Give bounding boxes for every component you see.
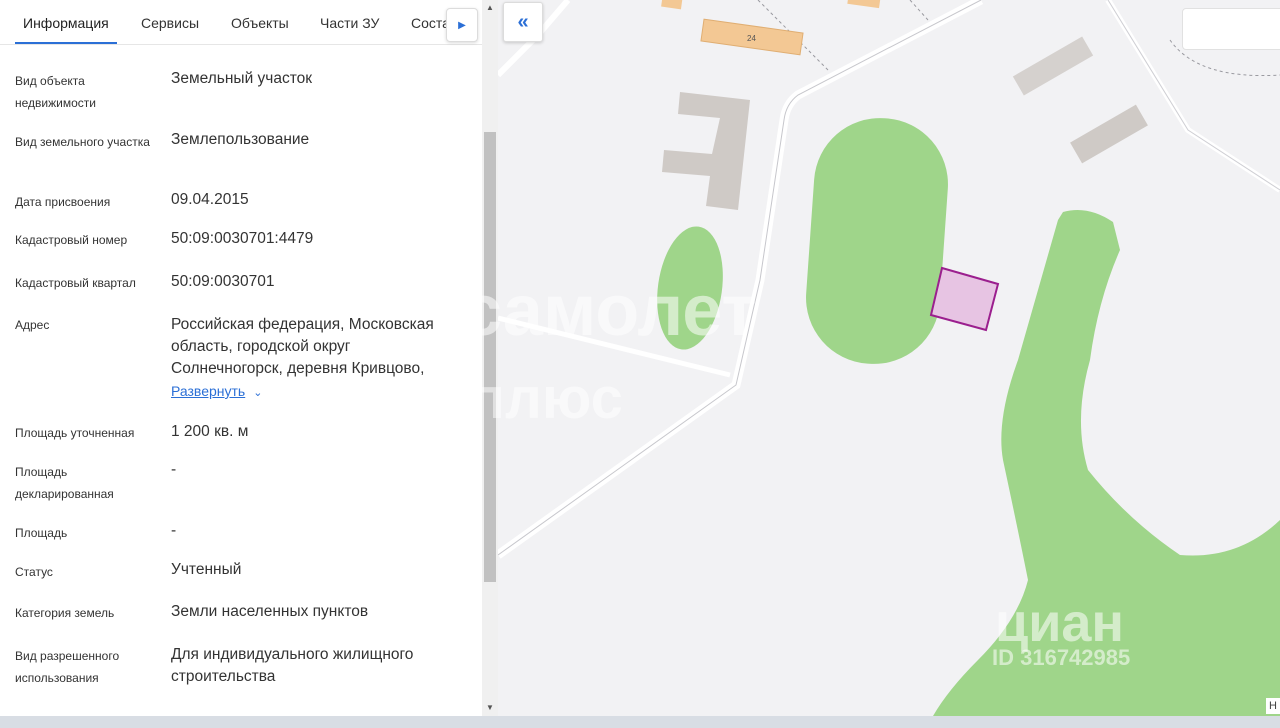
map-view[interactable]: 24 [498, 0, 1280, 716]
scroll-up-arrow-icon[interactable]: ▲ [484, 2, 496, 14]
stadium-field [806, 118, 948, 364]
collapse-panel-button[interactable]: « [503, 2, 543, 42]
tab-objects[interactable]: Объекты [231, 0, 289, 44]
field-value: Российская федерация, Московская область… [171, 314, 466, 404]
field-label: Адрес [15, 318, 50, 332]
tab-services[interactable]: Сервисы [141, 0, 199, 44]
field-label: Площадь уточненная [15, 426, 135, 440]
field-value: Земельный участок [171, 70, 313, 87]
field-value[interactable]: 50:09:0030701 [171, 271, 466, 293]
tab-bar: Информация Сервисы Объекты Части ЗУ Сост… [0, 0, 482, 45]
field-label: Дата присвоения [15, 195, 111, 209]
info-panel: Информация Сервисы Объекты Части ЗУ Сост… [0, 0, 482, 716]
path-dashed [909, 0, 929, 21]
field-value: Для индивидуального жилищного строительс… [171, 646, 414, 685]
scroll-down-arrow-icon[interactable]: ▼ [484, 702, 496, 714]
field-value: 1 200 кв. м [171, 423, 249, 440]
field-label: Кадастровый квартал [15, 276, 136, 290]
plus-watermark: плюс [470, 366, 623, 431]
expand-address-link[interactable]: Развернуть [171, 380, 245, 402]
cadastral-parcel[interactable] [929, 266, 1000, 332]
taskbar-strip [0, 716, 1280, 728]
building [1070, 104, 1148, 164]
field-label: Категория земель [15, 606, 115, 620]
cian-id-watermark: ID 316742985 [992, 645, 1131, 670]
address-text: Российская федерация, Московская область… [171, 316, 434, 377]
field-value: Учтенный [171, 561, 242, 578]
field-value: - [171, 522, 177, 539]
field-value: - [171, 461, 177, 478]
field-value: 09.04.2015 [171, 191, 249, 208]
building-number-label: 24 [747, 34, 756, 43]
field-value[interactable]: 50:09:0030701:4479 [171, 228, 466, 250]
chevron-right-icon: ▶ [458, 19, 466, 31]
field-label: Вид разрешенного использования [15, 649, 120, 685]
field-value: Землепользование [171, 131, 310, 148]
field-label: Площадь [15, 526, 68, 540]
chevron-down-icon[interactable]: ⌄ [253, 382, 262, 404]
samolet-watermark: самолет [462, 271, 757, 351]
building [662, 92, 750, 210]
map-search-box[interactable] [1182, 8, 1280, 50]
tab-parts[interactable]: Части ЗУ [320, 0, 379, 44]
field-label: Вид объекта недвижимости [15, 74, 96, 110]
field-value: Земли населенных пунктов [171, 603, 369, 620]
building [661, 0, 683, 10]
panel-scrollbar-thumb[interactable] [484, 132, 496, 582]
map-canvas[interactable]: 24 [498, 0, 1280, 716]
map-corner-label: Н [1266, 698, 1280, 714]
tab-information[interactable]: Информация [15, 0, 117, 44]
building [847, 0, 881, 9]
double-chevron-left-icon: « [517, 10, 529, 33]
field-label: Кадастровый номер [15, 233, 128, 247]
field-label: Статус [15, 565, 53, 579]
field-label: Вид земельного участка [15, 135, 150, 149]
tab-scroll-right-button[interactable]: ▶ [446, 8, 478, 42]
field-label: Площадь декларированная [15, 465, 114, 501]
building [1012, 36, 1094, 96]
